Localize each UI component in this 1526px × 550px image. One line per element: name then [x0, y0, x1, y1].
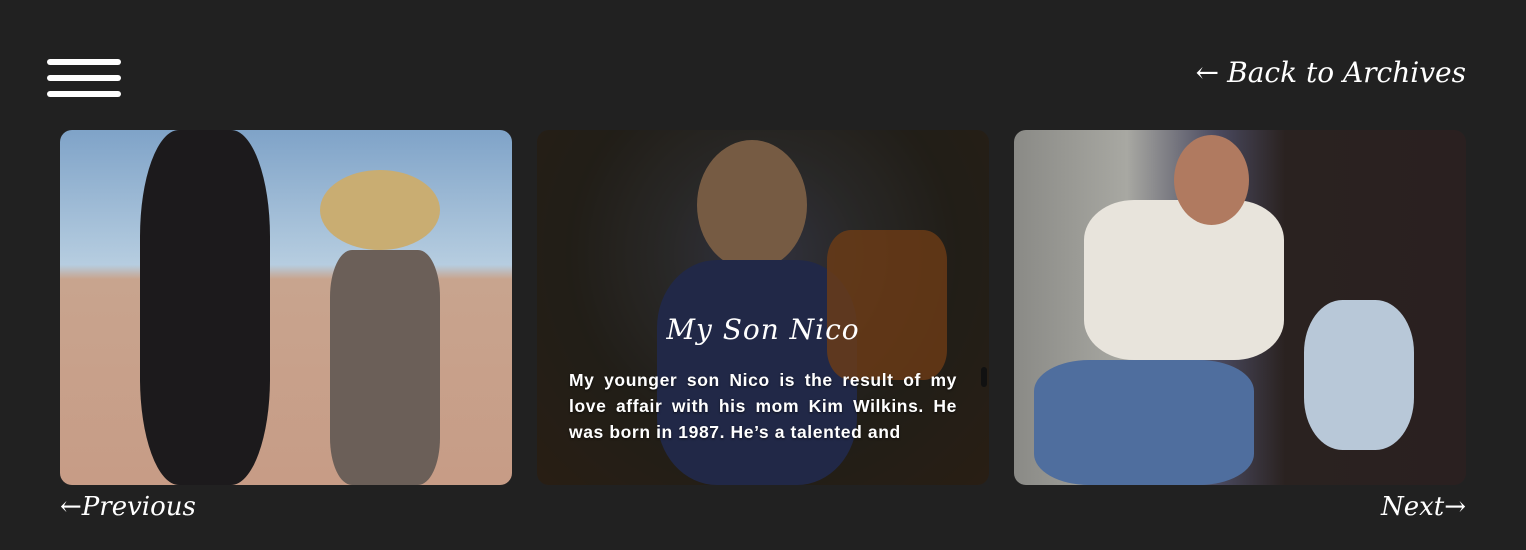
card-description: My younger son Nico is the result of my …: [569, 370, 957, 442]
arrow-left-icon: ←: [1195, 56, 1220, 89]
photo-card-father-son[interactable]: [1014, 130, 1466, 485]
previous-button[interactable]: ←Previous: [60, 492, 196, 522]
hamburger-menu-icon[interactable]: [47, 59, 121, 99]
back-label: Back to Archives: [1227, 56, 1466, 89]
next-button[interactable]: Next→: [1381, 492, 1466, 522]
photo-card-cowboy[interactable]: [60, 130, 512, 485]
back-to-archives-link[interactable]: ← Back to Archives: [1196, 56, 1466, 89]
scrollbar[interactable]: [981, 367, 987, 387]
photo-card-nico[interactable]: My Son Nico My younger son Nico is the r…: [537, 130, 989, 485]
card-title: My Son Nico: [666, 313, 860, 346]
